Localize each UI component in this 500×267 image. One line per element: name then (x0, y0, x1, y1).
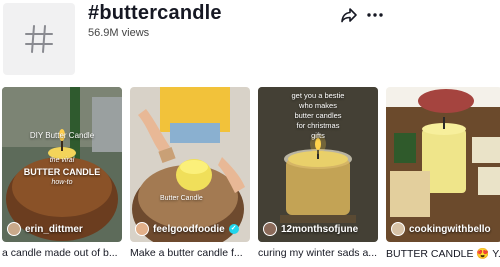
bread-candle-image (2, 87, 122, 242)
video-card[interactable]: get you a bestie who makes butter candle… (258, 87, 378, 259)
more-icon[interactable] (366, 6, 384, 24)
overlay-text-3: butter candles (294, 111, 342, 120)
author-name: feelgoodfoodie (153, 223, 225, 235)
author-handle[interactable]: feelgoodfoodie ✓ (135, 222, 239, 236)
overlay-text-1: get you a bestie (291, 91, 345, 100)
video-caption[interactable]: curing my winter sads a... (258, 247, 378, 259)
video-thumbnail[interactable]: DIY Butter Candle the viral BUTTER CANDL… (2, 87, 122, 242)
video-card[interactable]: cookingwithbello BUTTER CANDLE 😍 Y... (386, 87, 500, 260)
author-name: cookingwithbello (409, 223, 491, 235)
hashtag-avatar (3, 3, 75, 75)
avatar (135, 222, 149, 236)
video-thumbnail[interactable]: Butter Candle feelgoodfoodie ✓ (130, 87, 250, 242)
overlay-text-2: the viral (49, 157, 75, 164)
cheese-board-image (386, 87, 500, 242)
video-card[interactable]: DIY Butter Candle the viral BUTTER CANDL… (2, 87, 122, 259)
video-thumbnail[interactable]: get you a bestie who makes butter candle… (258, 87, 378, 242)
hashtag-icon (25, 25, 53, 53)
author-handle[interactable]: 12monthsofjune (263, 222, 358, 236)
bread-candle-image (130, 87, 250, 242)
video-caption[interactable]: BUTTER CANDLE 😍 Y... (386, 247, 500, 260)
overlay-text-4: how-to (51, 179, 73, 186)
author-handle[interactable]: erin_dittmer (7, 222, 83, 236)
avatar (263, 222, 277, 236)
share-icon[interactable] (340, 6, 358, 24)
author-name: 12monthsofjune (281, 223, 359, 235)
avatar (7, 222, 21, 236)
overlay-text-1: Butter Candle (160, 195, 203, 202)
video-thumbnail[interactable]: cookingwithbello (386, 87, 500, 242)
video-card[interactable]: Butter Candle feelgoodfoodie ✓ Make a bu… (130, 87, 250, 259)
video-grid: DIY Butter Candle the viral BUTTER CANDL… (2, 87, 500, 267)
author-handle[interactable]: cookingwithbello (391, 222, 491, 236)
overlay-text-4: for christmas (296, 121, 340, 130)
overlay-text-3: BUTTER CANDLE (23, 167, 101, 177)
video-caption[interactable]: Make a butter candle f... (130, 247, 250, 259)
author-name: erin_dittmer (25, 223, 83, 235)
overlay-text-5: gifts (311, 131, 325, 140)
view-count: 56.9M views (88, 27, 150, 39)
video-caption[interactable]: a candle made out of b... (2, 247, 122, 259)
verified-badge-icon: ✓ (228, 224, 239, 234)
avatar (391, 222, 405, 236)
overlay-text-1: DIY Butter Candle (29, 131, 95, 140)
overlay-text-2: who makes (299, 101, 337, 110)
page-title: #buttercandle (88, 2, 222, 24)
